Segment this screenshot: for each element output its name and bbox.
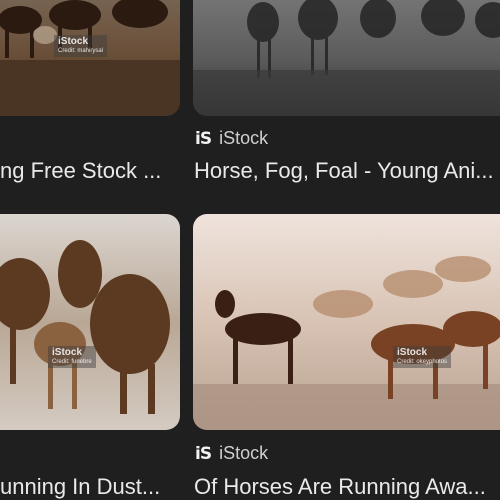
result-caption-2[interactable]: Horse, Fog, Foal - Young Ani... [194,158,494,184]
watermark-credit: Credit: funebre [52,359,92,365]
result-source-4: iS iStock [195,443,268,464]
result-caption-3[interactable]: unning In Dust... [0,474,160,500]
result-caption-4[interactable]: Of Horses Are Running Awa... [194,474,486,500]
watermark: iStock Credit: funebre [48,346,96,368]
source-name: iStock [219,443,269,463]
watermark: iStock Credit: mahirysal [54,35,108,57]
result-image-3[interactable]: iStock Credit: funebre [0,214,180,430]
result-source-2: iS iStock [195,128,268,149]
watermark-brand: iStock [52,347,83,358]
result-image-1[interactable]: iStock Credit: mahirysal [0,0,180,116]
watermark-brand: iStock [397,347,428,358]
watermark-credit: Credit: mahirysal [58,48,104,54]
watermark: iStock Credit: okeyphotos [393,346,452,368]
istock-logo-icon: iS [195,443,212,464]
watermark-credit: Credit: okeyphotos [397,359,448,365]
watermark-brand: iStock [58,36,89,47]
result-image-4[interactable]: iStock Credit: okeyphotos [193,214,500,430]
result-caption-1[interactable]: ng Free Stock ... [0,158,161,184]
istock-logo-icon: iS [195,128,212,149]
source-name: iStock [219,128,269,148]
result-image-2[interactable] [193,0,500,116]
